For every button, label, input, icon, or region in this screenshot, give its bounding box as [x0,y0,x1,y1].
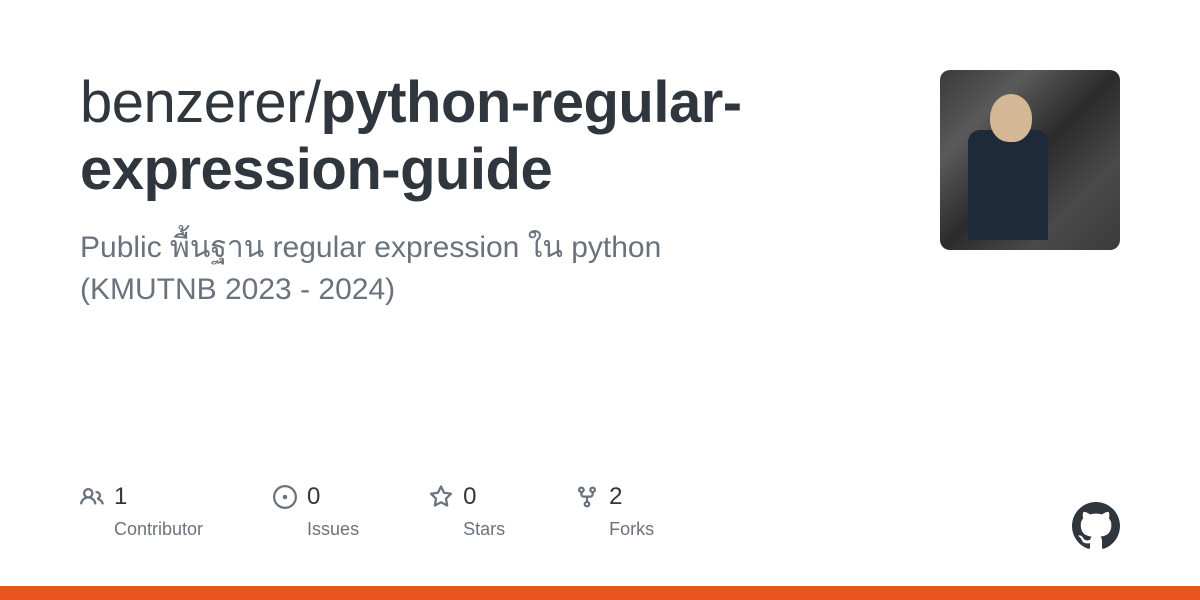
header-row: benzerer/python-regular-expression-guide… [80,70,1120,311]
accent-bar [0,586,1200,600]
forks-value: 2 [609,483,622,511]
stars-label: Stars [463,519,505,540]
repo-title: benzerer/python-regular-expression-guide [80,70,910,203]
stat-contributors: 1 Contributor [80,483,203,540]
issue-icon [273,485,297,509]
repo-description: Public พื้นฐาน regular expression ใน pyt… [80,227,800,311]
stars-value: 0 [463,483,476,511]
repo-owner: benzerer [80,70,305,135]
avatar [940,70,1120,250]
star-icon [429,485,453,509]
fork-icon [575,485,599,509]
contributors-value: 1 [114,483,127,511]
stat-stars: 0 Stars [429,483,505,540]
repo-slash: / [305,70,321,135]
stats-row: 1 Contributor 0 Issues 0 Stars 2 Forks [80,483,654,540]
issues-label: Issues [307,519,359,540]
stat-issues: 0 Issues [273,483,359,540]
github-logo-icon [1072,502,1120,550]
title-block: benzerer/python-regular-expression-guide… [80,70,910,311]
stat-forks: 2 Forks [575,483,654,540]
people-icon [80,485,104,509]
contributors-label: Contributor [114,519,203,540]
forks-label: Forks [609,519,654,540]
issues-value: 0 [307,483,320,511]
repo-card: benzerer/python-regular-expression-guide… [0,0,1200,600]
